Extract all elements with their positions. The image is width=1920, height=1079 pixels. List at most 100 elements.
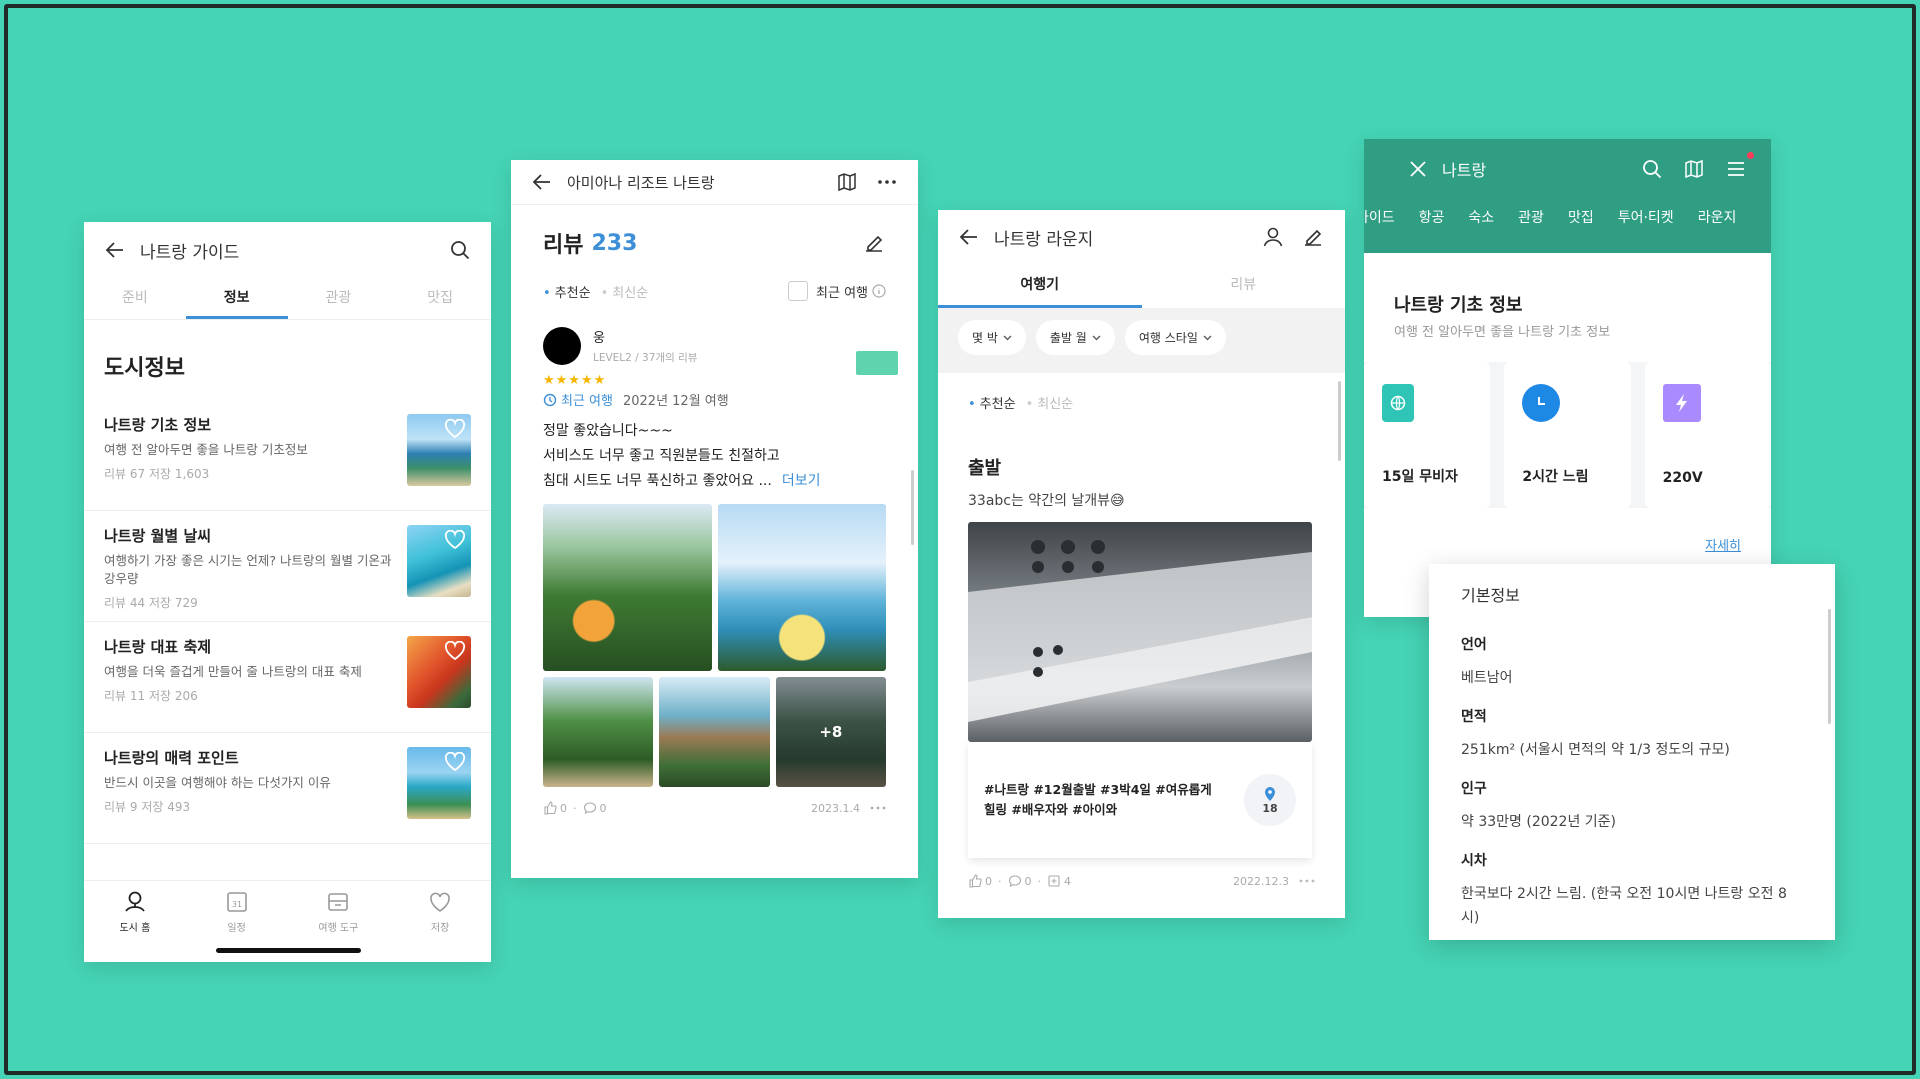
sort-recommended[interactable]: 추천순 bbox=[543, 282, 591, 301]
guide-list-item[interactable]: 나트랑 월별 날씨 여행하기 가장 좋은 시기는 언제? 나트랑의 월별 기온과… bbox=[84, 511, 491, 622]
recent-trip-checkbox[interactable] bbox=[788, 281, 809, 301]
map-icon[interactable] bbox=[1663, 158, 1705, 180]
basic-info-key-area: 면적 bbox=[1461, 709, 1487, 725]
info-icon[interactable] bbox=[872, 284, 886, 298]
scrollbar[interactable] bbox=[1338, 381, 1341, 461]
tab-lodging[interactable]: 숙소 bbox=[1468, 207, 1494, 227]
tab-sightseeing[interactable]: 관광 bbox=[1518, 207, 1544, 227]
chevron-down-icon bbox=[1203, 335, 1212, 341]
filter-departure-month[interactable]: 출발 월 bbox=[1035, 320, 1115, 355]
search-icon[interactable] bbox=[1621, 158, 1663, 180]
heart-icon[interactable] bbox=[444, 641, 466, 661]
more-link[interactable]: 더보기 bbox=[782, 473, 821, 489]
tab-restaurants[interactable]: 맛집 bbox=[1568, 207, 1594, 227]
review-photo[interactable] bbox=[543, 504, 712, 671]
review-photo[interactable] bbox=[543, 677, 654, 787]
guide-tabs: 준비 정보 관광 맛집 bbox=[84, 278, 491, 320]
item-stats: 리뷰 67 저장 1,603 bbox=[104, 467, 210, 481]
back-arrow-icon[interactable] bbox=[531, 171, 553, 193]
comment-button[interactable]: 0 bbox=[583, 801, 607, 815]
tab-reviews[interactable]: 리뷰 bbox=[1142, 264, 1346, 308]
heart-icon[interactable] bbox=[444, 752, 466, 772]
edit-pencil-icon[interactable] bbox=[862, 231, 886, 255]
recent-trip-filter-label: 최근 여행 bbox=[816, 285, 868, 301]
basic-info-title: 기본정보 bbox=[1461, 586, 1520, 605]
post-tags-card[interactable]: #나트랑 #12월출발 #3박4일 #여유롭게 힐링 #배우자와 #아이와 18 bbox=[968, 742, 1312, 858]
filter-nights[interactable]: 몇 박 bbox=[958, 320, 1026, 355]
back-arrow-icon[interactable] bbox=[958, 226, 980, 248]
scrollbar[interactable] bbox=[911, 470, 914, 545]
item-desc: 여행하기 가장 좋은 시기는 언제? 나트랑의 월별 기온과 강우량 bbox=[104, 553, 392, 586]
tab-flights[interactable]: 항공 bbox=[1419, 207, 1445, 227]
guide-list-item[interactable]: 나트랑 기초 정보 여행 전 알아두면 좋을 나트랑 기초정보 리뷰 67 저장… bbox=[84, 400, 491, 511]
post-photo[interactable] bbox=[968, 522, 1312, 742]
search-icon[interactable] bbox=[449, 239, 471, 261]
lounge-post[interactable]: 추천순 최신순 출발 33abc는 약간의 날개뷰😅 #나 bbox=[938, 373, 1345, 918]
review-photo[interactable] bbox=[717, 504, 886, 671]
info-card-voltage[interactable]: 220V bbox=[1644, 362, 1771, 508]
tab-lounge[interactable]: 라운지 bbox=[1698, 207, 1737, 227]
person-icon[interactable] bbox=[1261, 225, 1285, 249]
nav-city-home[interactable]: 도시 홈 bbox=[84, 881, 186, 962]
item-thumbnail bbox=[407, 747, 471, 819]
save-button[interactable]: 4 bbox=[1047, 874, 1071, 888]
highlight-chip bbox=[856, 351, 898, 375]
review-photo[interactable] bbox=[659, 677, 770, 787]
recent-trip-label: 최근 여행 bbox=[561, 394, 613, 409]
info-header: 나트랑 가이드 항공 숙소 관광 맛집 투어·티켓 라운지 bbox=[1364, 139, 1771, 253]
tab-restaurants[interactable]: 맛집 bbox=[389, 278, 491, 319]
edit-pencil-icon[interactable] bbox=[1301, 225, 1325, 249]
tab-prepare[interactable]: 준비 bbox=[84, 278, 186, 319]
review-photo[interactable]: +8 bbox=[775, 677, 886, 787]
filter-travel-style[interactable]: 여행 스타일 bbox=[1124, 320, 1226, 355]
sort-latest[interactable]: 최신순 bbox=[601, 282, 788, 301]
comment-button[interactable]: 0 bbox=[1008, 874, 1032, 888]
review-screen: 아미아나 리조트 나트랑 리뷰 233 추천순 최신순 최근 여행 웅 LEVE… bbox=[511, 160, 918, 878]
item-title: 나트랑의 매력 포인트 bbox=[104, 749, 239, 767]
lounge-tabs: 여행기 리뷰 bbox=[938, 264, 1345, 308]
card-label: 220V bbox=[1662, 470, 1703, 486]
comment-icon bbox=[1008, 875, 1021, 888]
avatar[interactable] bbox=[543, 327, 581, 365]
more-icon[interactable] bbox=[1299, 878, 1315, 884]
guide-list-item[interactable]: 나트랑의 매력 포인트 반드시 이곳을 여행해야 하는 다섯가지 이유 리뷰 9… bbox=[84, 733, 491, 844]
details-link[interactable]: 자세히 bbox=[1705, 535, 1741, 554]
back-arrow-icon[interactable] bbox=[104, 239, 126, 261]
nav-saved[interactable]: 저장 bbox=[389, 881, 491, 962]
heart-icon[interactable] bbox=[444, 419, 466, 439]
map-icon[interactable] bbox=[836, 171, 858, 193]
user-level: LEVEL2 / 37개의 리뷰 bbox=[593, 352, 698, 364]
location-pin-icon bbox=[1265, 786, 1275, 801]
post-footer: 0 · 0 · 4 2022.12.3 bbox=[968, 858, 1315, 888]
review-author: 웅 LEVEL2 / 37개의 리뷰 bbox=[511, 301, 918, 375]
review-title: 리뷰 bbox=[543, 233, 584, 258]
scrollbar[interactable] bbox=[1828, 609, 1831, 724]
info-card-visa[interactable]: 15일 무비자 bbox=[1364, 362, 1491, 508]
close-icon[interactable] bbox=[1388, 159, 1428, 179]
more-icon[interactable] bbox=[876, 171, 898, 193]
tab-guide[interactable]: 가이드 bbox=[1364, 207, 1395, 227]
comment-icon bbox=[583, 802, 596, 815]
tab-tours-tickets[interactable]: 투어·티켓 bbox=[1618, 207, 1674, 227]
tab-info[interactable]: 정보 bbox=[185, 278, 288, 319]
item-title: 나트랑 기초 정보 bbox=[104, 416, 212, 434]
like-button[interactable]: 0 bbox=[968, 874, 992, 888]
heart-icon[interactable] bbox=[444, 530, 466, 550]
nav-label: 일정 bbox=[227, 923, 246, 934]
location-pin-badge[interactable]: 18 bbox=[1244, 774, 1296, 826]
tab-travelogue[interactable]: 여행기 bbox=[938, 264, 1142, 308]
sort-recommended[interactable]: 추천순 bbox=[968, 393, 1016, 412]
tab-sightseeing[interactable]: 관광 bbox=[288, 278, 390, 319]
guide-list-item[interactable]: 나트랑 대표 축제 여행을 더욱 즐겁게 만들어 줄 나트랑의 대표 축제 리뷰… bbox=[84, 622, 491, 733]
menu-icon[interactable] bbox=[1705, 158, 1747, 180]
post-date: 2022.12.3 bbox=[1233, 874, 1289, 888]
sort-latest[interactable]: 최신순 bbox=[1026, 393, 1315, 412]
lounge-sort-bar: 추천순 최신순 bbox=[968, 393, 1315, 412]
nav-label: 저장 bbox=[430, 923, 450, 934]
review-header: 아미아나 리조트 나트랑 bbox=[511, 160, 918, 204]
like-button[interactable]: 0 bbox=[543, 801, 567, 815]
info-card-timezone[interactable]: 2시간 느림 bbox=[1504, 362, 1631, 508]
card-label: 2시간 느림 bbox=[1522, 469, 1589, 485]
more-icon[interactable] bbox=[870, 805, 886, 811]
card-label: 15일 무비자 bbox=[1382, 469, 1458, 485]
